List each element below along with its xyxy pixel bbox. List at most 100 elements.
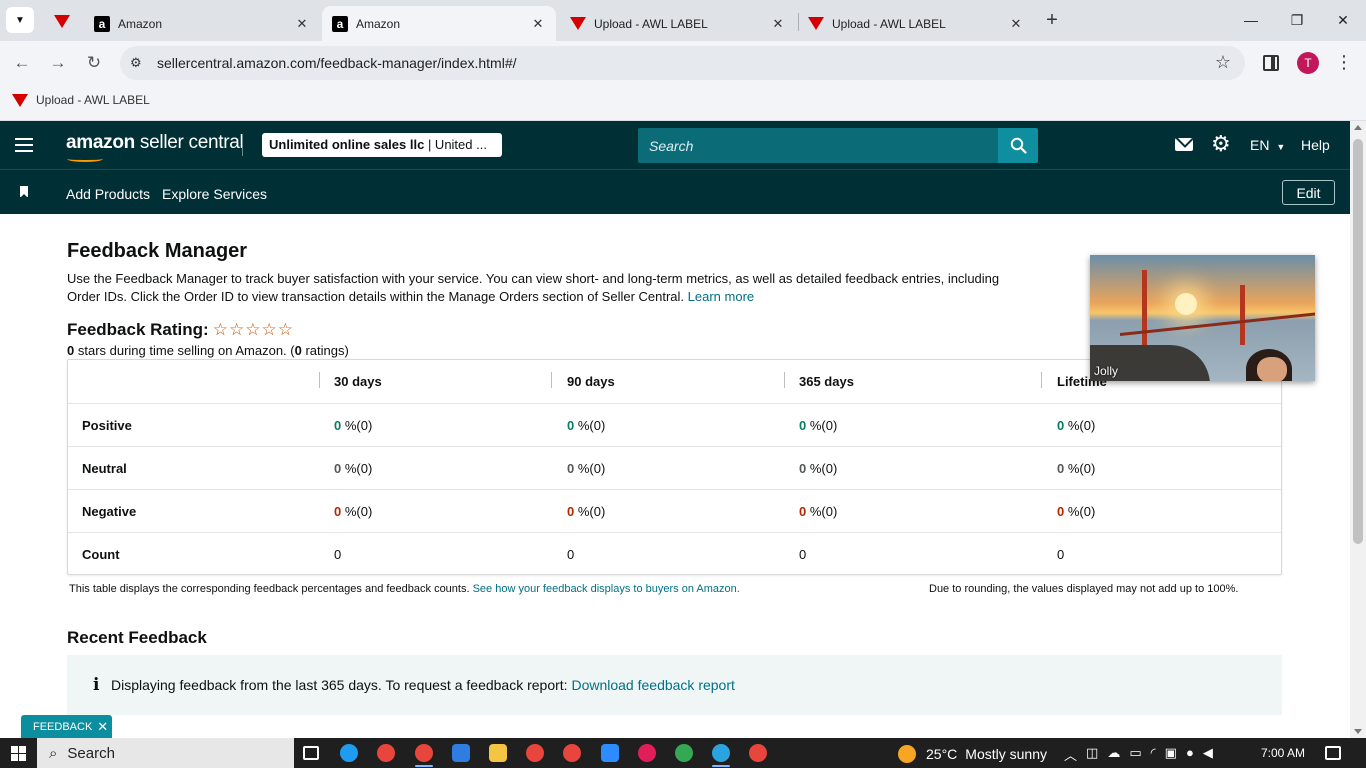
column-header-90-days: 90 days [567, 374, 615, 389]
scroll-up-icon[interactable] [1354, 125, 1362, 130]
close-icon[interactable]: ✕ [294, 16, 310, 32]
back-button[interactable]: ← [10, 51, 34, 75]
wifi-icon[interactable]: ◜ [1151, 745, 1156, 764]
count-value: %(0) [1064, 418, 1096, 433]
gear-icon[interactable]: ⚙ [1211, 133, 1231, 155]
weather-widget[interactable]: 25°C Mostly sunny [898, 745, 1047, 763]
tab-amazon-2[interactable]: a Amazon ✕ [322, 6, 556, 41]
table-cell: 0 %(0) [567, 461, 605, 476]
microphone-icon[interactable]: ● [1186, 745, 1194, 764]
meet-icon[interactable]: ◫ [1086, 745, 1098, 764]
download-feedback-report-link[interactable]: Download feedback report [571, 677, 734, 693]
rounding-note: Due to rounding, the values displayed ma… [929, 583, 1239, 595]
search-icon [1010, 137, 1027, 154]
learn-more-link[interactable]: Learn more [688, 289, 754, 304]
edge-icon[interactable] [340, 744, 358, 762]
new-tab-button[interactable]: + [1040, 8, 1064, 32]
address-bar[interactable]: ⚙ sellercentral.amazon.com/feedback-mana… [120, 46, 1245, 80]
star-empty-icon: ☆ [228, 320, 245, 339]
windows-start-icon[interactable] [11, 746, 26, 761]
table-note: This table displays the corresponding fe… [69, 583, 740, 595]
slack-icon[interactable] [638, 744, 656, 762]
add-products-link[interactable]: Add Products [66, 186, 150, 202]
close-icon[interactable]: ✕ [770, 16, 786, 32]
feedback-display-link[interactable]: See how your feedback displays to buyers… [473, 583, 740, 595]
chrome-icon[interactable] [675, 744, 693, 762]
tab-upload-awl-2[interactable]: Upload - AWL LABEL ✕ [798, 6, 1034, 41]
taskbar-search[interactable]: ⌕ Search [37, 738, 294, 768]
chrome-icon[interactable] [526, 744, 544, 762]
count-value: 0 [799, 547, 807, 562]
close-icon[interactable]: ✕ [530, 16, 546, 32]
task-view-icon[interactable] [303, 746, 319, 760]
chevron-up-icon[interactable]: ︿ [1064, 745, 1077, 764]
reload-button[interactable]: ↻ [82, 51, 106, 75]
chrome-icon[interactable] [377, 744, 395, 762]
edit-button[interactable]: Edit [1282, 180, 1335, 205]
display-icon[interactable]: ▣ [1165, 745, 1177, 764]
forward-button[interactable]: → [46, 51, 70, 75]
star-empty-icon: ☆ [212, 320, 228, 339]
bookmark-star-icon[interactable]: ☆ [1215, 52, 1231, 73]
hamburger-menu-icon[interactable] [15, 138, 33, 152]
clock[interactable]: 7:00 AM [1261, 746, 1305, 760]
count-value: %(0) [806, 461, 838, 476]
notification-center-icon[interactable] [1325, 746, 1341, 760]
close-icon[interactable]: ✕ [1008, 16, 1024, 32]
store-icon[interactable] [452, 744, 470, 762]
search-icon: ⌕ [49, 744, 58, 762]
tab-upload-awl-1[interactable]: Upload - AWL LABEL ✕ [560, 6, 796, 41]
table-cell: 0 [1057, 547, 1064, 562]
chrome-icon[interactable] [749, 744, 767, 762]
close-window-button[interactable]: ✕ [1328, 8, 1358, 32]
count-value: %(0) [806, 418, 838, 433]
account-switcher[interactable]: Unlimited online sales llc | United ... [262, 133, 502, 157]
logo-smile-icon [67, 156, 103, 162]
site-settings-icon[interactable]: ⚙ [130, 55, 142, 71]
bridge-deck [1119, 312, 1315, 336]
scroll-down-icon[interactable] [1354, 729, 1362, 734]
side-panel-icon[interactable] [1263, 55, 1279, 71]
bookmark-icon[interactable] [20, 186, 28, 198]
column-separator [784, 372, 785, 388]
bookmark-upload-awl[interactable]: Upload - AWL LABEL [12, 93, 150, 107]
cloud-icon[interactable]: ☁ [1107, 745, 1120, 764]
help-link[interactable]: Help [1301, 137, 1330, 153]
scrollbar-thumb[interactable] [1353, 139, 1363, 544]
speaker-icon[interactable]: ◀ [1203, 745, 1213, 764]
info-message-text: Displaying feedback from the last 365 da… [111, 677, 572, 693]
logo-amazon: amazon [66, 132, 135, 153]
windows-taskbar: ⌕ Search 25°C Mostly sunny ︿ ◫ ☁ ▭ ◜ ▣ ●… [0, 738, 1366, 768]
page-scrollbar[interactable] [1350, 121, 1366, 738]
video-sun [1175, 293, 1197, 315]
language-selector[interactable]: EN ▼ [1250, 137, 1285, 153]
file-explorer-icon[interactable] [489, 744, 507, 762]
url-text[interactable]: sellercentral.amazon.com/feedback-manage… [157, 55, 517, 71]
search-input[interactable]: Search [638, 128, 998, 163]
intro-text: Use the Feedback Manager to track buyer … [67, 270, 1097, 306]
close-icon[interactable]: ✕ [97, 719, 108, 735]
restore-button[interactable]: ❐ [1282, 8, 1312, 32]
chrome-icon[interactable] [415, 744, 433, 762]
profile-avatar[interactable]: T [1297, 52, 1319, 74]
mail-icon[interactable] [1175, 138, 1193, 151]
browser-tab-bar: ▼ a Amazon ✕ a Amazon ✕ Upload - AWL LAB… [0, 0, 1366, 41]
browser-menu-icon[interactable]: ⋮ [1334, 52, 1354, 73]
seller-central-logo[interactable]: amazon seller central [66, 132, 244, 154]
table-cell: 0 %(0) [567, 504, 605, 519]
chrome-icon[interactable] [563, 744, 581, 762]
table-cell: 0 %(0) [1057, 461, 1095, 476]
search-button[interactable] [998, 128, 1038, 163]
table-cell: 0 [334, 547, 341, 562]
minimize-button[interactable]: — [1236, 8, 1266, 32]
tab-amazon-1[interactable]: a Amazon ✕ [84, 6, 320, 41]
table-note-text: This table displays the corresponding fe… [69, 583, 473, 595]
video-call-overlay[interactable]: Jolly [1090, 255, 1315, 381]
zoom-icon[interactable] [601, 744, 619, 762]
telegram-icon[interactable] [712, 744, 730, 762]
pinned-tab[interactable] [44, 8, 80, 34]
feedback-widget-tab[interactable]: FEEDBACK ✕ [21, 715, 112, 738]
battery-icon[interactable]: ▭ [1129, 745, 1141, 764]
tab-search-button[interactable]: ▼ [6, 7, 34, 33]
explore-services-link[interactable]: Explore Services [162, 186, 267, 202]
